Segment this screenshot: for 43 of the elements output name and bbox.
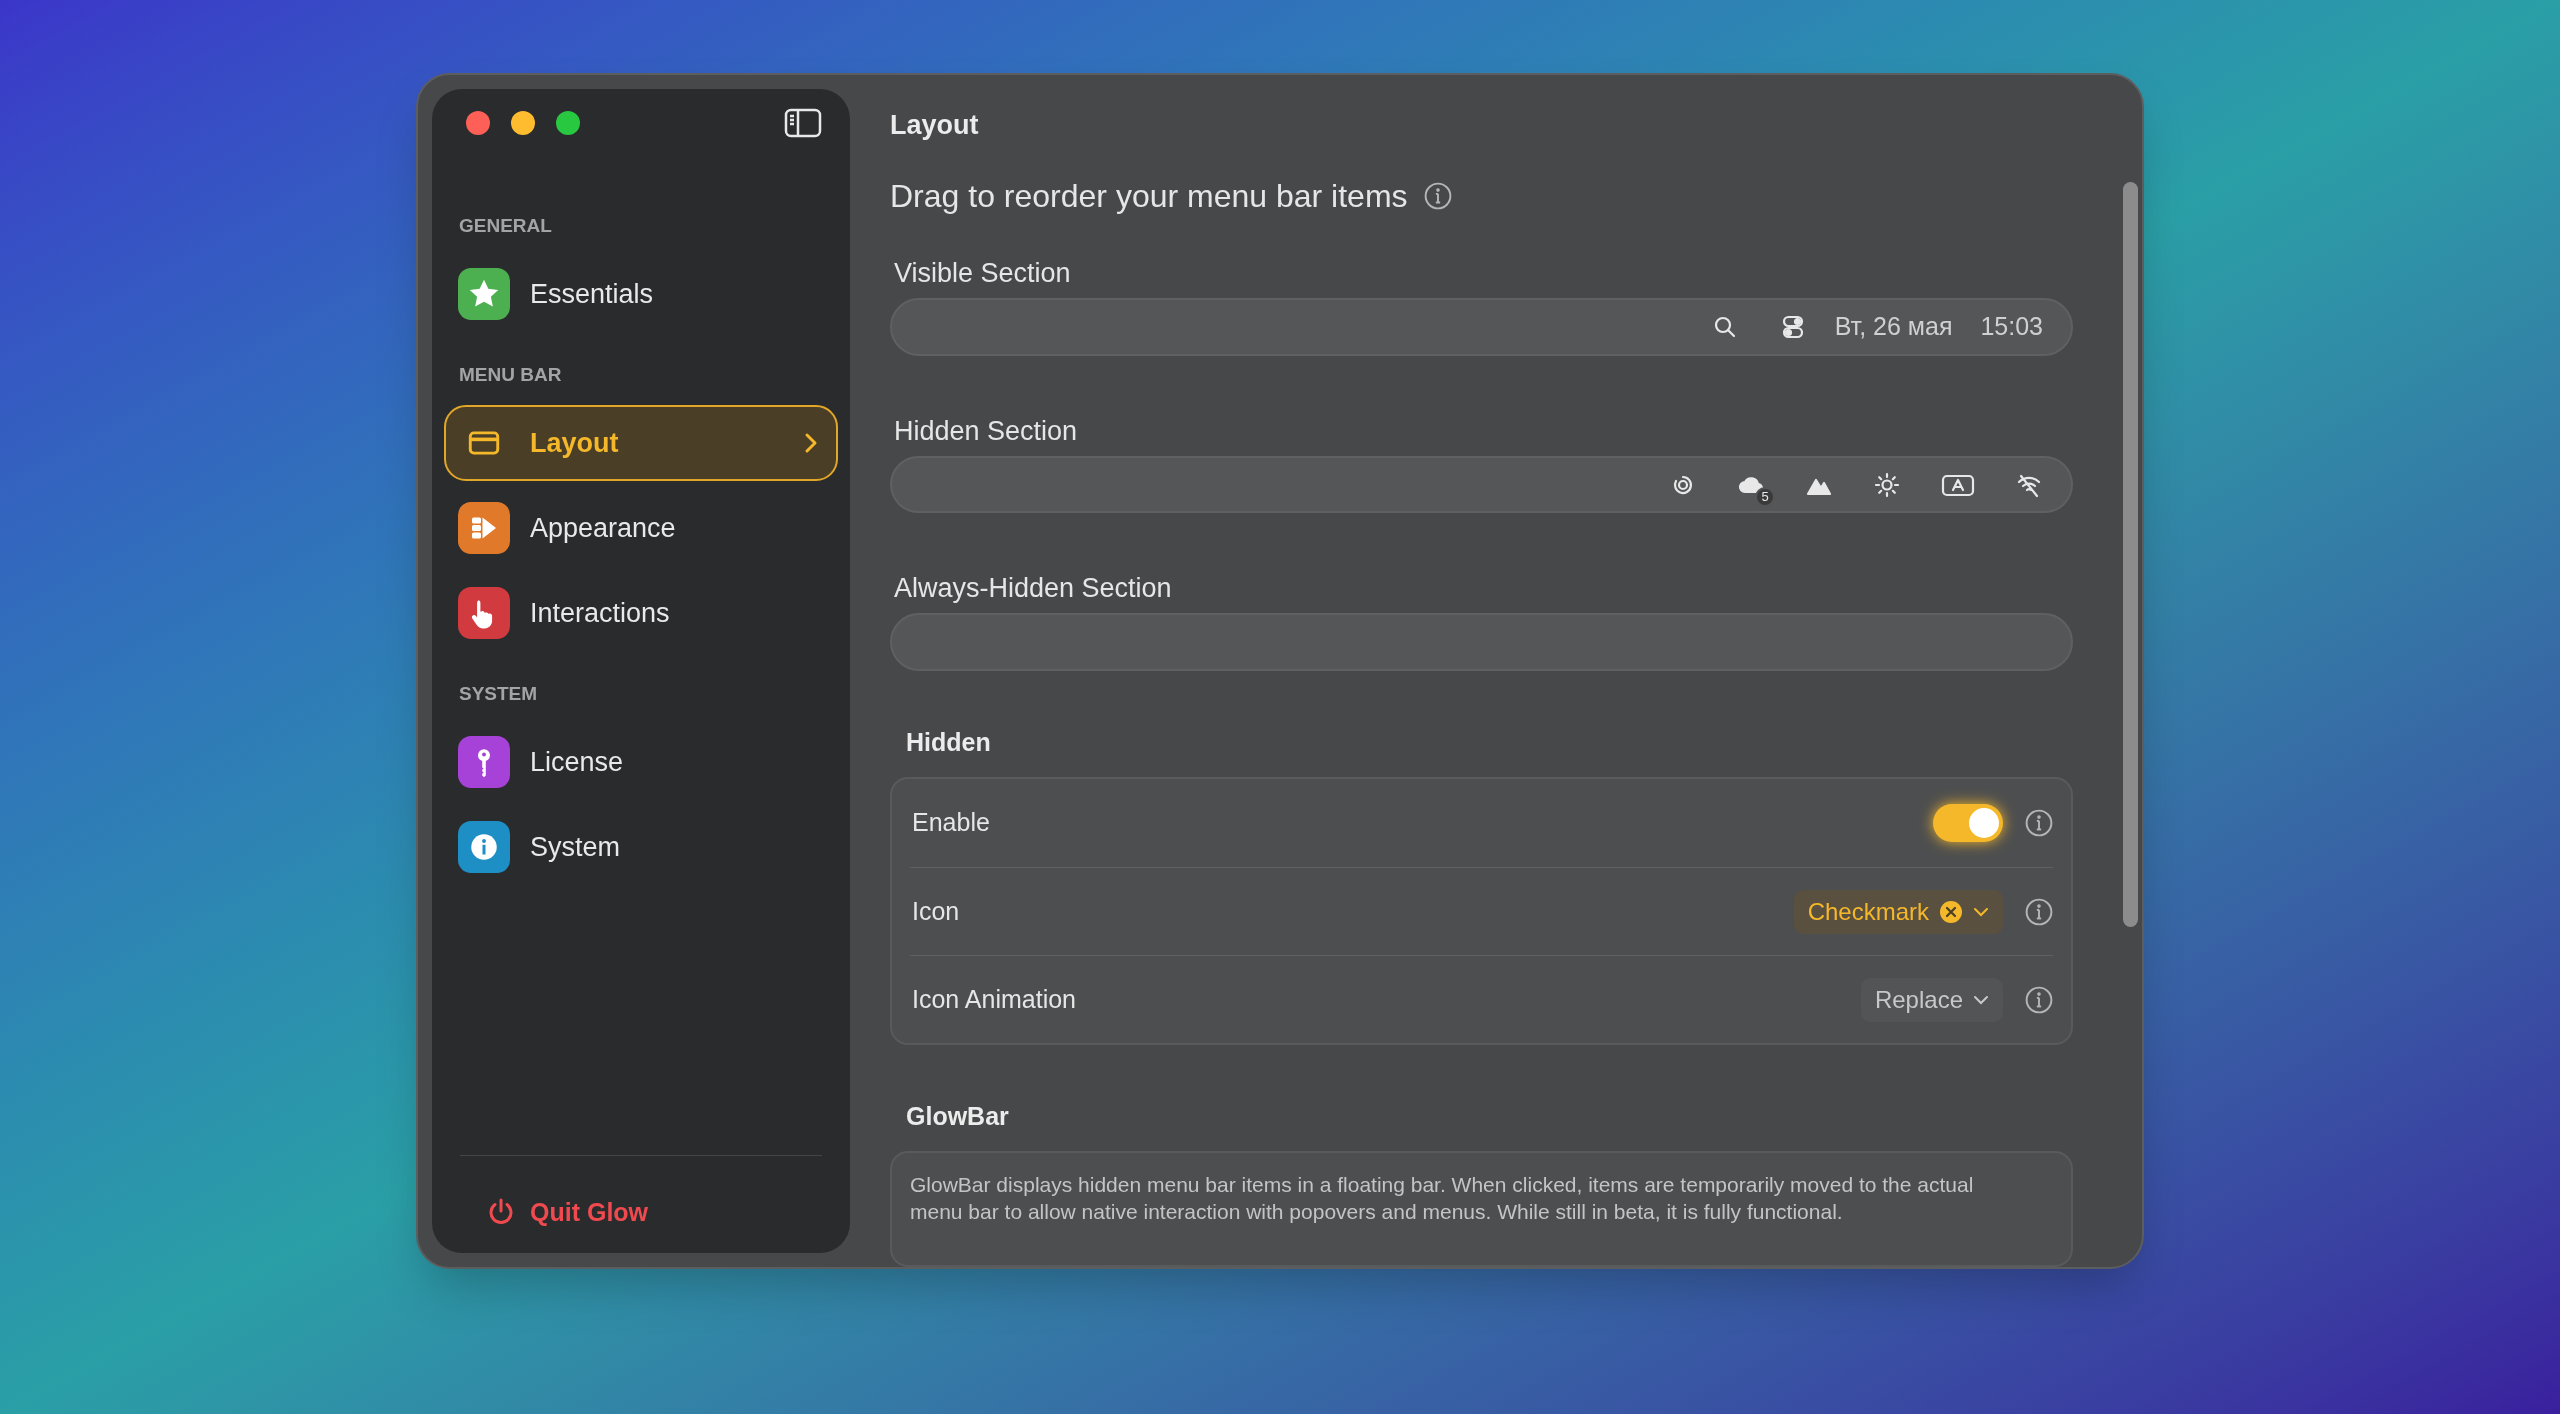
menu-bar-drop-zone[interactable]: 5: [890, 455, 2073, 514]
section-heading: GENERAL: [458, 214, 553, 238]
sidebar-item[interactable]: System: [444, 809, 838, 885]
chevron-down-icon: [1973, 994, 1989, 1005]
dropdown-select[interactable]: Checkmark: [1793, 889, 2003, 934]
sidebar-toggle-icon[interactable]: [784, 108, 822, 138]
info-icon[interactable]: [2025, 985, 2053, 1014]
sidebar-item[interactable]: Layout: [444, 405, 838, 481]
setting-label: Icon: [911, 895, 961, 927]
section-heading: MENU BAR: [458, 363, 563, 387]
menu-bar-clock-text[interactable]: 15:03: [1980, 308, 2043, 346]
section-label: Visible Section: [893, 257, 1072, 290]
sidebar-item[interactable]: Interactions: [444, 575, 838, 651]
dropdown-select[interactable]: Replace: [1860, 977, 2003, 1022]
sidebar-item[interactable]: License: [444, 724, 838, 800]
close-window-button[interactable]: [466, 111, 490, 135]
setting-label: Enable: [911, 807, 991, 839]
info-icon[interactable]: [2025, 897, 2053, 926]
section-heading: SYSTEM: [458, 682, 539, 706]
count-badge: 5: [1755, 486, 1775, 507]
section-label: Always-Hidden Section: [893, 572, 1173, 606]
instruction-text: Drag to reorder your menu bar items: [890, 177, 1408, 216]
info-icon[interactable]: [1423, 182, 1452, 210]
minimize-window-button[interactable]: [511, 111, 535, 135]
quit-button[interactable]: Quit Glow: [486, 1193, 649, 1231]
setting-label: Icon Animation: [911, 983, 1077, 1015]
chevron-right-icon: [804, 432, 818, 454]
group-heading: Hidden: [905, 727, 992, 758]
toggle-switch[interactable]: [1933, 804, 2003, 842]
chevron-down-icon: [1973, 906, 1989, 917]
sun-icon[interactable]: [1873, 470, 1901, 499]
clear-icon[interactable]: [1939, 899, 1963, 924]
menu-bar-drop-zone[interactable]: Вт, 26 мая 15:03: [890, 298, 2073, 356]
info-icon[interactable]: [2025, 809, 2053, 837]
sidebar-item[interactable]: Appearance: [444, 490, 838, 566]
section-label: Hidden Section: [893, 414, 1079, 448]
group-heading: GlowBar: [905, 1101, 1010, 1132]
menu-bar-clock-text[interactable]: Вт, 26 мая: [1834, 308, 1953, 346]
sidebar-item[interactable]: Essentials: [444, 256, 838, 332]
description-text: GlowBar displays hidden menu bar items in a floating bar. When clicked, items are temporarily moved to the actual menu bar to allow native interaction with popovers and menus. While still in beta, it is fully functional.: [910, 1172, 1975, 1225]
scrollbar-thumb[interactable]: [2123, 182, 2138, 927]
page-title: Layout: [890, 109, 980, 142]
zoom-window-button[interactable]: [556, 111, 580, 135]
